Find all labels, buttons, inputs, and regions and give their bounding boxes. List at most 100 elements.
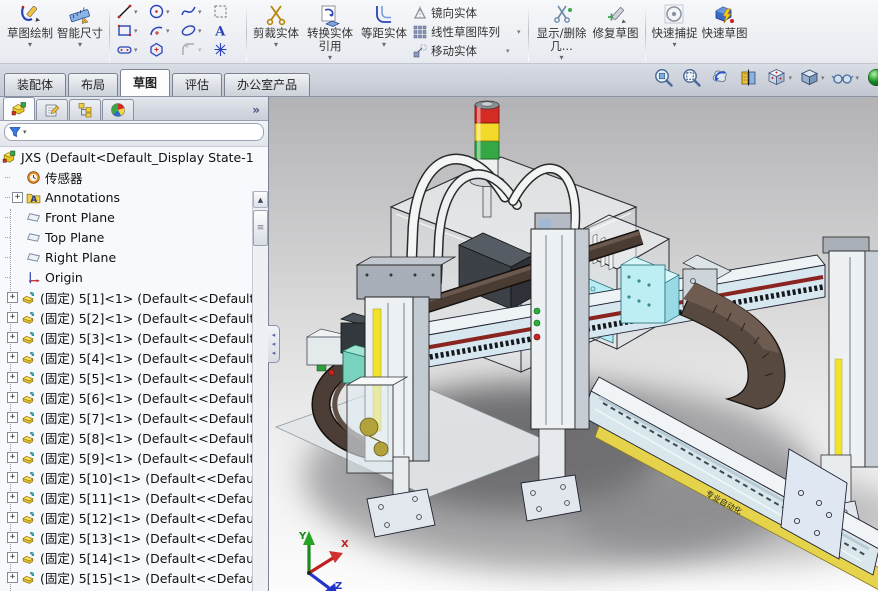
- tree-item[interactable]: Origin: [0, 267, 253, 287]
- tree-item[interactable]: +(固定) 5[8]<1> (Default<<Default>_显: [0, 427, 253, 447]
- zoom-to-fit-button[interactable]: [653, 67, 674, 88]
- selection-box-tool-button[interactable]: [210, 3, 242, 20]
- rapid-sketch-button[interactable]: 快速草图: [700, 2, 750, 41]
- dropdown-caret[interactable]: ▾: [821, 74, 825, 82]
- tree-item[interactable]: 传感器: [0, 167, 253, 187]
- section-view-button[interactable]: [738, 67, 759, 88]
- rectangle-tool-button[interactable]: ▾: [114, 22, 146, 39]
- smart-dimension-button[interactable]: 智能尺寸 ▾: [55, 2, 105, 50]
- offset-entities-button[interactable]: 等距实体 ▾: [359, 2, 409, 50]
- dropdown-caret[interactable]: ▾: [28, 41, 32, 49]
- tree-item[interactable]: +(固定) 5[2]<1> (Default<<Default>_显: [0, 307, 253, 327]
- motor-box-teal[interactable]: [621, 257, 679, 323]
- expand-toggle[interactable]: +: [7, 392, 18, 403]
- expand-toggle[interactable]: +: [12, 192, 23, 203]
- command-tab[interactable]: 布局: [68, 73, 118, 96]
- dropdown-caret[interactable]: ▾: [166, 8, 170, 16]
- dropdown-caret[interactable]: ▾: [134, 46, 138, 54]
- expand-toggle[interactable]: +: [7, 492, 18, 503]
- tab-configurationmanager[interactable]: [69, 99, 101, 120]
- tree-item[interactable]: +(固定) 5[13]<1> (Default<<Default>_: [0, 527, 253, 547]
- dropdown-caret[interactable]: ▾: [134, 27, 138, 35]
- expand-toggle[interactable]: +: [7, 332, 18, 343]
- circle-tool-button[interactable]: ▾: [146, 3, 178, 20]
- ellipse-tool-button[interactable]: ▾: [178, 22, 210, 39]
- tree-item[interactable]: +(固定) 5[11]<1> (Default<<Default>_: [0, 487, 253, 507]
- tree-item[interactable]: Top Plane: [0, 227, 253, 247]
- expand-toggle[interactable]: +: [7, 572, 18, 583]
- expand-toggle[interactable]: +: [7, 412, 18, 423]
- trim-entities-button[interactable]: 剪裁实体 ▾: [251, 2, 301, 50]
- sketch-text-tool-button[interactable]: A: [210, 22, 242, 39]
- linear-sketch-pattern-button[interactable]: 线性草图阵列 ▾: [409, 23, 524, 41]
- tree-root-item[interactable]: JXS (Default<Default_Display State-1>): [0, 147, 253, 167]
- dropdown-caret[interactable]: ▾: [673, 41, 677, 49]
- tree-item[interactable]: +(固定) 5[15]<1> (Default<<Default>_: [0, 567, 253, 587]
- apply-scene-button[interactable]: [866, 67, 878, 88]
- convert-entities-button[interactable]: 转换实体引用 ▾: [301, 2, 359, 63]
- display-style-button[interactable]: ▾: [799, 67, 825, 88]
- tab-featuremanager-tree[interactable]: [3, 97, 35, 120]
- panel-splitter-handle[interactable]: ◂◂◂: [268, 325, 280, 363]
- scroll-thumb[interactable]: ≡: [253, 210, 268, 246]
- expand-toggle[interactable]: +: [7, 472, 18, 483]
- command-tab[interactable]: 办公室产品: [224, 73, 310, 96]
- tab-displaymanager[interactable]: [102, 99, 134, 120]
- tree-scrollbar[interactable]: ▲ ≡: [252, 191, 268, 591]
- dropdown-caret[interactable]: ▾: [78, 41, 82, 49]
- quick-snaps-button[interactable]: 快速捕捉 ▾: [650, 2, 700, 50]
- command-tab[interactable]: 评估: [172, 73, 222, 96]
- expand-toggle[interactable]: +: [7, 372, 18, 383]
- move-entities-button[interactable]: 移动实体 ▾: [409, 42, 524, 60]
- polygon-tool-button[interactable]: [146, 41, 178, 58]
- gantry-robot-3d-model[interactable]: 专业自动化: [269, 97, 878, 591]
- scroll-up-button[interactable]: ▲: [253, 191, 268, 208]
- expand-toggle[interactable]: +: [7, 532, 18, 543]
- view-orientation-button[interactable]: ▾: [766, 67, 792, 88]
- dropdown-caret[interactable]: ▾: [855, 74, 859, 82]
- point-tool-button[interactable]: [210, 41, 242, 58]
- tree-item[interactable]: Right Plane: [0, 247, 253, 267]
- tree-item[interactable]: +(固定) 5[1]<1> (Default<<Default>_显: [0, 287, 253, 307]
- dropdown-caret[interactable]: ▾: [23, 128, 27, 136]
- tree-filter-input[interactable]: ▾: [4, 123, 264, 141]
- dropdown-caret[interactable]: ▾: [560, 54, 564, 62]
- hide-show-items-button[interactable]: ▾: [831, 67, 859, 88]
- dropdown-caret[interactable]: ▾: [166, 27, 170, 35]
- tree-item[interactable]: Front Plane: [0, 207, 253, 227]
- expand-toggle[interactable]: +: [7, 432, 18, 443]
- dropdown-caret[interactable]: ▾: [382, 41, 386, 49]
- mirror-entities-button[interactable]: 镜向实体: [409, 4, 524, 22]
- tree-item[interactable]: +(固定) 5[9]<1> (Default<<Default>_显: [0, 447, 253, 467]
- expand-toggle[interactable]: +: [7, 352, 18, 363]
- dropdown-caret[interactable]: ▾: [198, 8, 202, 16]
- slot-tool-button[interactable]: ▾: [114, 41, 146, 58]
- dropdown-caret[interactable]: ▾: [134, 8, 138, 16]
- tab-propertymanager[interactable]: [36, 99, 68, 120]
- tree-item[interactable]: +(固定) 5[6]<1> (Default<<Default>_显: [0, 387, 253, 407]
- dropdown-caret[interactable]: ▾: [274, 41, 278, 49]
- line-tool-button[interactable]: ▾: [114, 3, 146, 20]
- tree-item[interactable]: +(固定) 5[3]<1> (Default<<Default>_显: [0, 327, 253, 347]
- tree-item[interactable]: +(固定) 5[4]<1> (Default<<Default>_显: [0, 347, 253, 367]
- tree-item[interactable]: +(固定) 5[5]<1> (Default<<Default>_显: [0, 367, 253, 387]
- tree-item[interactable]: +(固定) 5[14]<1> (Default<<Default>_: [0, 547, 253, 567]
- command-tab[interactable]: 装配体: [4, 73, 66, 96]
- tree-item[interactable]: +(固定) 5[16]<1> (Default<<Default>_: [0, 587, 253, 591]
- previous-view-button[interactable]: [709, 67, 731, 88]
- display-delete-relations-button[interactable]: 显示/删除几... ▾: [533, 2, 591, 63]
- expand-toggle[interactable]: +: [7, 452, 18, 463]
- tree-item[interactable]: +(固定) 5[10]<1> (Default<<Default>_: [0, 467, 253, 487]
- dropdown-caret[interactable]: ▾: [506, 47, 510, 55]
- spline-tool-button[interactable]: ▾: [178, 3, 210, 20]
- tree-item[interactable]: +Annotations: [0, 187, 253, 207]
- tree-item[interactable]: +(固定) 5[12]<1> (Default<<Default>_: [0, 507, 253, 527]
- expand-toggle[interactable]: +: [7, 312, 18, 323]
- command-tab[interactable]: 草图: [120, 69, 170, 96]
- expand-toggle[interactable]: +: [7, 512, 18, 523]
- fillet-tool-button[interactable]: ▾: [178, 41, 210, 58]
- panel-overflow-chevrons[interactable]: »: [252, 103, 268, 120]
- dropdown-caret[interactable]: ▾: [198, 46, 202, 54]
- dropdown-caret[interactable]: ▾: [788, 74, 792, 82]
- arc-tool-button[interactable]: ▾: [146, 22, 178, 39]
